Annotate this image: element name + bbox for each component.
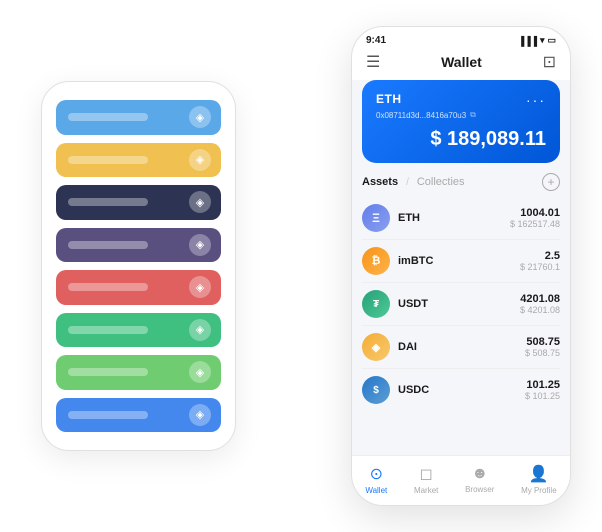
table-row: $ USDC 101.25 $ 101.25 bbox=[362, 369, 560, 406]
battery-icon: ▭ bbox=[547, 35, 556, 46]
card-icon: ◈ bbox=[189, 149, 211, 171]
page-title: Wallet bbox=[441, 54, 482, 70]
table-row: ₿ imBTC 2.5 $ 21760.1 bbox=[362, 240, 560, 283]
imbtc-amount-usd: $ 21760.1 bbox=[520, 262, 560, 272]
usdc-amount-main: 101.25 bbox=[525, 379, 560, 391]
card-line bbox=[68, 368, 148, 376]
dai-amount-usd: $ 508.75 bbox=[525, 348, 560, 358]
eth-logo: Ξ bbox=[362, 204, 390, 232]
scene: ◈ ◈ ◈ ◈ ◈ ◈ ◈ ◈ bbox=[21, 16, 581, 516]
card-line bbox=[68, 283, 148, 291]
asset-amount-eth: 1004.01 $ 162517.48 bbox=[510, 207, 560, 229]
list-item[interactable]: ◈ bbox=[56, 143, 221, 178]
asset-amount-dai: 508.75 $ 508.75 bbox=[525, 336, 560, 358]
eth-amount-main: 1004.01 bbox=[510, 207, 560, 219]
phone-content: ETH ··· 0x08711d3d...8416a70u3 ⧉ $ 189,0… bbox=[352, 80, 570, 406]
add-asset-button[interactable]: + bbox=[542, 173, 560, 191]
wallet-nav-icon: ⊙ bbox=[370, 464, 383, 484]
eth-card-top: ETH ··· bbox=[376, 92, 546, 108]
nav-profile[interactable]: 👤 My Profile bbox=[521, 464, 557, 495]
more-options-icon[interactable]: ··· bbox=[526, 92, 546, 108]
imbtc-logo: ₿ bbox=[362, 247, 390, 275]
usdt-amount-usd: $ 4201.08 bbox=[520, 305, 560, 315]
card-icon: ◈ bbox=[189, 361, 211, 383]
phone-header: ☰ Wallet ⊡ bbox=[352, 50, 570, 80]
usdc-amount-usd: $ 101.25 bbox=[525, 391, 560, 401]
foreground-phone: 9:41 ▐▐▐ ▾ ▭ ☰ Wallet ⊡ ETH ··· 0x08711d bbox=[351, 26, 571, 506]
asset-name-eth: ETH bbox=[398, 212, 510, 224]
card-line bbox=[68, 411, 148, 419]
eth-token-label: ETH bbox=[376, 92, 402, 106]
card-line bbox=[68, 156, 148, 164]
market-nav-label: Market bbox=[414, 486, 438, 495]
card-icon: ◈ bbox=[189, 319, 211, 341]
card-icon: ◈ bbox=[189, 234, 211, 256]
wifi-icon: ▾ bbox=[540, 35, 545, 46]
bottom-nav: ⊙ Wallet ◻ Market ☻ Browser 👤 My Profile bbox=[352, 455, 570, 505]
time-display: 9:41 bbox=[366, 35, 386, 46]
profile-nav-label: My Profile bbox=[521, 486, 557, 495]
assets-header: Assets / Collecties + bbox=[362, 173, 560, 197]
usdt-logo: ₮ bbox=[362, 290, 390, 318]
asset-name-usdt: USDT bbox=[398, 298, 520, 310]
card-line bbox=[68, 198, 148, 206]
eth-amount-usd: $ 162517.48 bbox=[510, 219, 560, 229]
card-icon: ◈ bbox=[189, 106, 211, 128]
list-item[interactable]: ◈ bbox=[56, 313, 221, 348]
nav-browser[interactable]: ☻ Browser bbox=[465, 465, 494, 494]
list-item[interactable]: ◈ bbox=[56, 355, 221, 390]
scan-icon[interactable]: ⊡ bbox=[543, 52, 556, 72]
signal-icon: ▐▐▐ bbox=[518, 36, 537, 46]
usdc-logo: $ bbox=[362, 376, 390, 404]
menu-icon[interactable]: ☰ bbox=[366, 52, 380, 72]
card-line bbox=[68, 113, 148, 121]
assets-tabs: Assets / Collecties bbox=[362, 176, 465, 188]
asset-amount-imbtc: 2.5 $ 21760.1 bbox=[520, 250, 560, 272]
tab-assets[interactable]: Assets bbox=[362, 176, 398, 188]
table-row: Ξ ETH 1004.01 $ 162517.48 bbox=[362, 197, 560, 240]
asset-list: Ξ ETH 1004.01 $ 162517.48 ₿ imBTC 2.5 $ … bbox=[362, 197, 560, 406]
eth-wallet-card[interactable]: ETH ··· 0x08711d3d...8416a70u3 ⧉ $ 189,0… bbox=[362, 80, 560, 163]
status-bar: 9:41 ▐▐▐ ▾ ▭ bbox=[352, 27, 570, 50]
card-icon: ◈ bbox=[189, 191, 211, 213]
list-item[interactable]: ◈ bbox=[56, 398, 221, 433]
list-item[interactable]: ◈ bbox=[56, 185, 221, 220]
tab-collecties[interactable]: Collecties bbox=[417, 176, 465, 188]
card-icon: ◈ bbox=[189, 276, 211, 298]
table-row: ₮ USDT 4201.08 $ 4201.08 bbox=[362, 283, 560, 326]
asset-name-imbtc: imBTC bbox=[398, 255, 520, 267]
asset-amount-usdc: 101.25 $ 101.25 bbox=[525, 379, 560, 401]
table-row: ◈ DAI 508.75 $ 508.75 bbox=[362, 326, 560, 369]
list-item[interactable]: ◈ bbox=[56, 100, 221, 135]
card-line bbox=[68, 241, 148, 249]
tab-divider: / bbox=[406, 177, 409, 188]
nav-market[interactable]: ◻ Market bbox=[414, 464, 438, 495]
copy-icon[interactable]: ⧉ bbox=[470, 110, 476, 120]
status-icons: ▐▐▐ ▾ ▭ bbox=[518, 35, 556, 46]
background-phone: ◈ ◈ ◈ ◈ ◈ ◈ ◈ ◈ bbox=[41, 81, 236, 451]
asset-name-usdc: USDC bbox=[398, 384, 525, 396]
list-item[interactable]: ◈ bbox=[56, 270, 221, 305]
nav-wallet[interactable]: ⊙ Wallet bbox=[365, 464, 387, 495]
dai-amount-main: 508.75 bbox=[525, 336, 560, 348]
address-text: 0x08711d3d...8416a70u3 bbox=[376, 111, 466, 120]
wallet-nav-label: Wallet bbox=[365, 486, 387, 495]
market-nav-icon: ◻ bbox=[420, 464, 433, 484]
dai-logo: ◈ bbox=[362, 333, 390, 361]
browser-nav-icon: ☻ bbox=[471, 465, 488, 483]
card-icon: ◈ bbox=[189, 404, 211, 426]
list-item[interactable]: ◈ bbox=[56, 228, 221, 263]
eth-address: 0x08711d3d...8416a70u3 ⧉ bbox=[376, 110, 546, 120]
profile-nav-icon: 👤 bbox=[529, 464, 549, 484]
imbtc-amount-main: 2.5 bbox=[520, 250, 560, 262]
asset-amount-usdt: 4201.08 $ 4201.08 bbox=[520, 293, 560, 315]
balance-amount: $ 189,089.11 bbox=[430, 128, 546, 150]
browser-nav-label: Browser bbox=[465, 485, 494, 494]
card-line bbox=[68, 326, 148, 334]
usdt-amount-main: 4201.08 bbox=[520, 293, 560, 305]
asset-name-dai: DAI bbox=[398, 341, 525, 353]
eth-balance: $ 189,089.11 bbox=[376, 128, 546, 151]
